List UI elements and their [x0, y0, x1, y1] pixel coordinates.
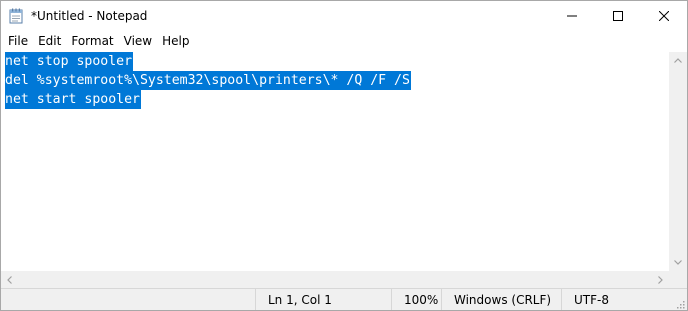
zoom-level: 100% — [391, 289, 446, 310]
editor-line[interactable]: del %systemroot%\System32\spool\printers… — [5, 71, 411, 90]
scroll-down-button[interactable] — [669, 254, 687, 271]
window-title: *Untitled - Notepad — [31, 9, 148, 23]
editor-line[interactable]: net start spooler — [5, 90, 141, 109]
close-button[interactable] — [641, 1, 687, 31]
scroll-up-button[interactable] — [669, 52, 687, 69]
menu-edit[interactable]: Edit — [33, 31, 66, 52]
chevron-right-icon — [658, 275, 663, 284]
text-editor[interactable]: net stop spooler del %systemroot%\System… — [1, 52, 669, 271]
cursor-position: Ln 1, Col 1 — [255, 289, 398, 310]
menu-help[interactable]: Help — [157, 31, 194, 52]
horizontal-scrollbar[interactable] — [1, 271, 669, 288]
menu-file[interactable]: File — [1, 31, 33, 52]
chevron-down-icon — [674, 260, 682, 265]
notepad-window: *Untitled - Notepad File Edit Format Vie… — [0, 0, 688, 311]
encoding: UTF-8 — [561, 289, 684, 310]
menu-view[interactable]: View — [119, 31, 157, 52]
minimize-icon — [567, 15, 577, 17]
line-ending: Windows (CRLF) — [441, 289, 558, 310]
title-bar[interactable]: *Untitled - Notepad — [1, 1, 687, 31]
minimize-button[interactable] — [549, 1, 595, 31]
scrollbar-corner — [669, 271, 687, 288]
maximize-icon — [613, 11, 623, 21]
chevron-up-icon — [674, 58, 682, 63]
vertical-scrollbar[interactable] — [669, 52, 687, 271]
scroll-right-button[interactable] — [652, 271, 669, 288]
maximize-button[interactable] — [595, 1, 641, 31]
status-bar: Ln 1, Col 1 100% Windows (CRLF) UTF-8 — [1, 288, 687, 310]
menu-bar: File Edit Format View Help — [1, 31, 687, 52]
notepad-icon — [9, 8, 23, 24]
close-icon — [659, 11, 669, 21]
chevron-left-icon — [7, 275, 12, 284]
menu-format[interactable]: Format — [66, 31, 118, 52]
scroll-left-button[interactable] — [1, 271, 18, 288]
editor-line[interactable]: net stop spooler — [5, 52, 134, 71]
resize-grip-icon[interactable] — [675, 299, 685, 309]
